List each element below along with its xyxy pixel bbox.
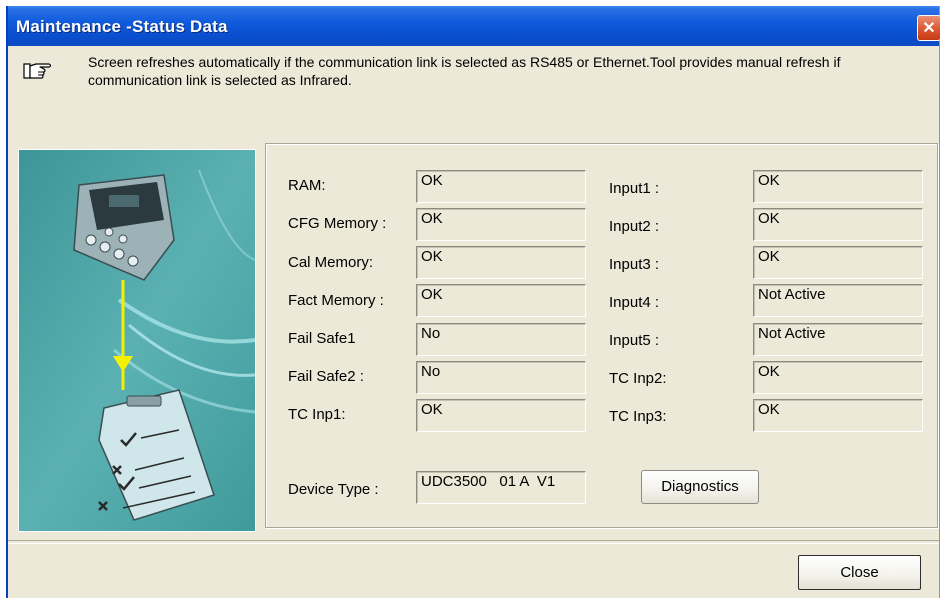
window-title: Maintenance -Status Data — [16, 17, 228, 36]
tc-inp2-status: OK — [753, 361, 923, 394]
status-data-dialog: Maintenance -Status Data ✕ Screen refres… — [6, 6, 940, 598]
tc-inp3-label: TC Inp3: — [609, 408, 667, 425]
window-close-button[interactable]: ✕ — [917, 15, 940, 41]
fail-safe2-label: Fail Safe2 : — [288, 368, 364, 385]
fail-safe1-label: Fail Safe1 — [288, 330, 356, 347]
tc-inp1-status: OK — [416, 399, 586, 432]
input2-label: Input2 : — [609, 218, 660, 235]
cal-memory-status: OK — [416, 246, 586, 279]
device-type-label: Device Type : — [288, 481, 379, 498]
cfg-memory-label: CFG Memory : — [288, 215, 387, 232]
tc-inp2-label: TC Inp2: — [609, 370, 667, 387]
pointing-hand-icon — [23, 63, 52, 79]
input3-status: OK — [753, 246, 923, 279]
input2-status: OK — [753, 208, 923, 241]
tc-inp3-status: OK — [753, 399, 923, 432]
status-group: RAM: OK CFG Memory : OK Cal Memory: OK F… — [265, 143, 938, 528]
cfg-memory-status: OK — [416, 208, 586, 241]
footer-divider — [8, 540, 939, 544]
diagnostics-button[interactable]: Diagnostics — [641, 470, 759, 504]
fact-memory-label: Fact Memory : — [288, 292, 384, 309]
input3-label: Input3 : — [609, 256, 660, 273]
fail-safe1-status: No — [416, 323, 586, 356]
cal-memory-label: Cal Memory: — [288, 254, 374, 271]
title-bar: Maintenance -Status Data ✕ — [8, 6, 940, 46]
ram-label: RAM: — [288, 177, 326, 194]
input1-status: OK — [753, 170, 923, 203]
input4-label: Input4 : — [609, 294, 660, 311]
device-illustration — [18, 149, 256, 532]
input4-status: Not Active — [753, 284, 923, 317]
refresh-info-text: Screen refreshes automatically if the co… — [88, 54, 841, 88]
close-button[interactable]: Close — [798, 555, 921, 590]
controller-to-checklist-illustration — [19, 150, 255, 531]
input1-label: Input1 : — [609, 180, 660, 197]
fail-safe2-status: No — [416, 361, 586, 394]
input5-label: Input5 : — [609, 332, 660, 349]
close-icon: ✕ — [922, 20, 936, 37]
fact-memory-status: OK — [416, 284, 586, 317]
input5-status: Not Active — [753, 323, 923, 356]
device-type-value: UDC3500 01 A V1 — [416, 471, 586, 504]
tc-inp1-label: TC Inp1: — [288, 406, 346, 423]
ram-status: OK — [416, 170, 586, 203]
